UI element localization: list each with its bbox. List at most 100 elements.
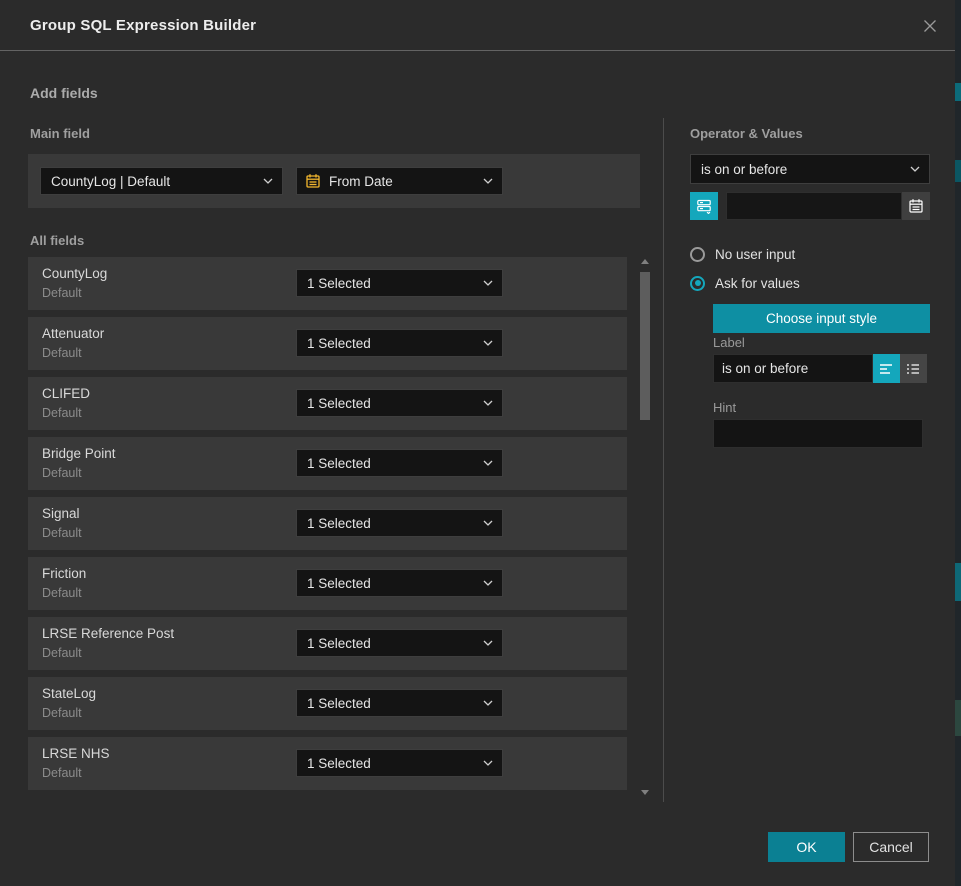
scrollbar-thumb[interactable] — [640, 272, 650, 420]
field-row: Attenuator Default 1 Selected — [28, 317, 627, 370]
radio-no-user-input[interactable]: No user input — [690, 245, 795, 263]
cancel-button[interactable]: Cancel — [853, 832, 929, 862]
label-input[interactable] — [713, 354, 873, 383]
field-sublabel: Default — [42, 526, 82, 540]
field-selection-dropdown[interactable]: 1 Selected — [296, 509, 503, 537]
list-scrollbar — [640, 257, 651, 797]
field-row: StateLog Default 1 Selected — [28, 677, 627, 730]
field-selection-dropdown[interactable]: 1 Selected — [296, 329, 503, 357]
operator-dropdown[interactable]: is on or before — [690, 154, 930, 184]
field-name: Bridge Point — [42, 446, 116, 461]
ok-button[interactable]: OK — [768, 832, 845, 862]
chevron-down-icon — [483, 700, 493, 706]
dataset-dropdown[interactable]: CountyLog | Default — [40, 167, 283, 195]
unique-values-button[interactable] — [690, 192, 718, 220]
field-selection-dropdown[interactable]: 1 Selected — [296, 449, 503, 477]
all-fields-heading: All fields — [30, 233, 84, 248]
field-selection-dropdown[interactable]: 1 Selected — [296, 389, 503, 417]
field-selection-value: 1 Selected — [307, 636, 371, 651]
calendar-icon — [305, 173, 321, 189]
align-left-icon — [879, 362, 894, 376]
main-field-panel: CountyLog | Default From Date — [28, 154, 640, 208]
field-row: Signal Default 1 Selected — [28, 497, 627, 550]
field-name: Signal — [42, 506, 80, 521]
field-name: LRSE NHS — [42, 746, 110, 761]
field-row: LRSE Reference Post Default 1 Selected — [28, 617, 627, 670]
field-row: Friction Default 1 Selected — [28, 557, 627, 610]
field-selection-dropdown[interactable]: 1 Selected — [296, 629, 503, 657]
choose-input-style-button[interactable]: Choose input style — [713, 304, 930, 333]
dataset-dropdown-value: CountyLog | Default — [51, 174, 170, 189]
field-sublabel: Default — [42, 586, 82, 600]
field-sublabel: Default — [42, 406, 82, 420]
unique-values-icon — [696, 198, 712, 214]
field-selection-value: 1 Selected — [307, 756, 371, 771]
field-name: Friction — [42, 566, 86, 581]
field-selection-value: 1 Selected — [307, 456, 371, 471]
chevron-down-icon — [483, 178, 493, 184]
chevron-down-icon — [483, 520, 493, 526]
scroll-up-arrow[interactable] — [641, 259, 649, 264]
date-picker-button[interactable] — [902, 192, 930, 220]
field-selection-value: 1 Selected — [307, 336, 371, 351]
radio-label: Ask for values — [715, 276, 800, 291]
operator-values-heading: Operator & Values — [690, 126, 803, 141]
radio-icon — [690, 276, 705, 291]
field-name: StateLog — [42, 686, 96, 701]
scroll-down-arrow[interactable] — [641, 790, 649, 795]
input-style-textbox-button[interactable] — [873, 354, 900, 383]
field-sublabel: Default — [42, 766, 82, 780]
value-input[interactable] — [726, 192, 902, 220]
close-icon — [922, 18, 938, 34]
field-sublabel: Default — [42, 286, 82, 300]
field-name: Attenuator — [42, 326, 104, 341]
radio-icon — [690, 247, 705, 262]
radio-ask-for-values[interactable]: Ask for values — [690, 274, 800, 292]
field-selection-value: 1 Selected — [307, 276, 371, 291]
chevron-down-icon — [483, 760, 493, 766]
field-selection-value: 1 Selected — [307, 576, 371, 591]
background-app-edge — [955, 0, 961, 886]
field-name: LRSE Reference Post — [42, 626, 174, 641]
field-name: CLIFED — [42, 386, 90, 401]
main-field-dropdown[interactable]: From Date — [296, 167, 503, 195]
field-row: Bridge Point Default 1 Selected — [28, 437, 627, 490]
bulleted-list-icon — [906, 362, 921, 376]
calendar-icon — [908, 198, 924, 214]
hint-input[interactable] — [713, 419, 923, 448]
operator-dropdown-value: is on or before — [701, 162, 787, 177]
group-sql-expression-builder-dialog: Group SQL Expression Builder Add fields … — [0, 0, 955, 886]
field-selection-dropdown[interactable]: 1 Selected — [296, 569, 503, 597]
field-sublabel: Default — [42, 346, 82, 360]
field-selection-value: 1 Selected — [307, 696, 371, 711]
add-fields-heading: Add fields — [30, 85, 98, 101]
field-sublabel: Default — [42, 466, 82, 480]
field-selection-dropdown[interactable]: 1 Selected — [296, 269, 503, 297]
field-selection-dropdown[interactable]: 1 Selected — [296, 749, 503, 777]
field-row: LRSE NHS Default 1 Selected — [28, 737, 627, 790]
main-field-heading: Main field — [30, 126, 90, 141]
vertical-divider — [663, 118, 664, 802]
field-row: CLIFED Default 1 Selected — [28, 377, 627, 430]
chevron-down-icon — [483, 400, 493, 406]
radio-label: No user input — [715, 247, 795, 262]
field-selection-value: 1 Selected — [307, 396, 371, 411]
chevron-down-icon — [483, 640, 493, 646]
chevron-down-icon — [263, 178, 273, 184]
input-style-list-button[interactable] — [900, 354, 927, 383]
chevron-down-icon — [483, 460, 493, 466]
label-caption: Label — [713, 335, 745, 350]
field-name: CountyLog — [42, 266, 107, 281]
main-field-dropdown-value: From Date — [329, 174, 393, 189]
chevron-down-icon — [483, 280, 493, 286]
field-row: CountyLog Default 1 Selected — [28, 257, 627, 310]
chevron-down-icon — [483, 580, 493, 586]
dialog-title: Group SQL Expression Builder — [30, 0, 256, 51]
close-button[interactable] — [917, 13, 943, 39]
field-selection-dropdown[interactable]: 1 Selected — [296, 689, 503, 717]
field-selection-value: 1 Selected — [307, 516, 371, 531]
all-fields-list: CountyLog Default 1 Selected Attenuator … — [28, 257, 627, 797]
dialog-header: Group SQL Expression Builder — [0, 0, 955, 51]
field-sublabel: Default — [42, 706, 82, 720]
hint-caption: Hint — [713, 400, 736, 415]
